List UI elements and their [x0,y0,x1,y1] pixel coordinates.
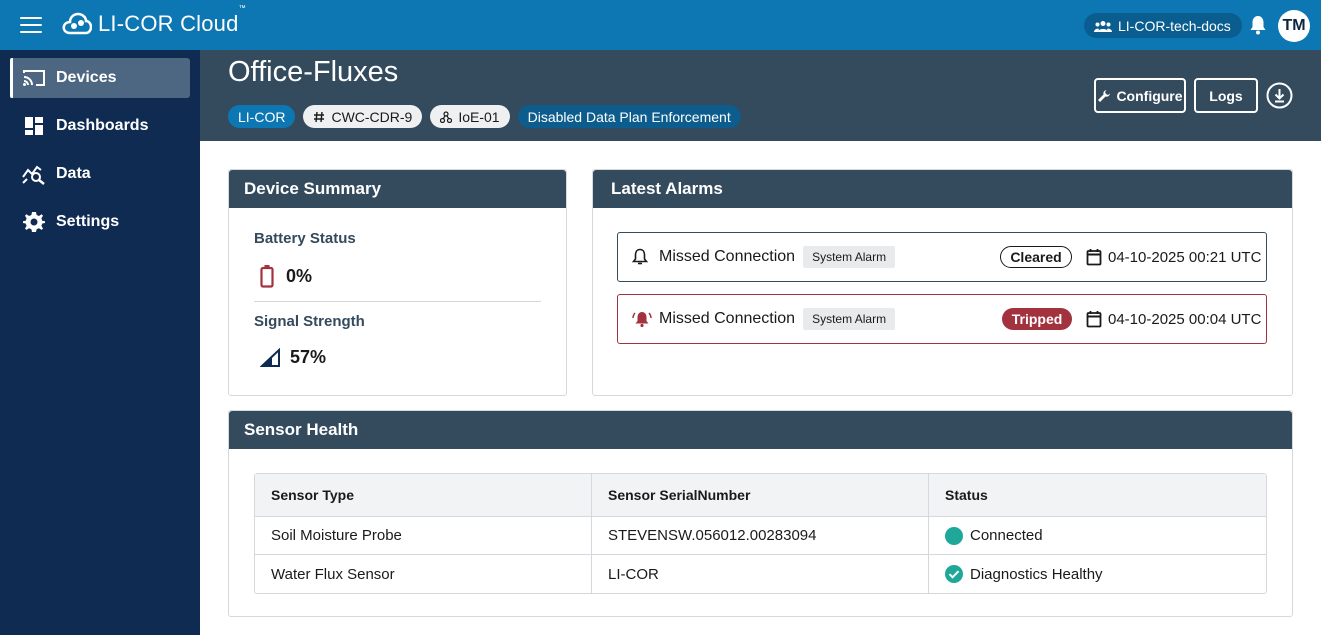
sidebar-item-devices[interactable]: Devices [10,58,190,98]
organization-selector[interactable]: LI-COR-tech-docs [1084,13,1242,38]
battery-empty-icon [260,265,274,288]
signal-strength-icon [260,347,280,367]
table-header-row: Sensor Type Sensor SerialNumber Status [255,474,1266,517]
download-icon[interactable] [1266,82,1293,109]
group-icon [1094,20,1112,32]
sensor-table: Sensor Type Sensor SerialNumber Status S… [254,473,1267,594]
app-name: LI-COR Cloud™ [98,5,246,36]
column-header-serial-number[interactable]: Sensor SerialNumber [592,474,929,516]
alarm-item[interactable]: Missed Connection System Alarm Tripped 0… [617,294,1267,344]
sidebar-item-label: Dashboards [56,117,149,134]
sidebar-item-label: Data [56,165,91,182]
organization-name: LI-COR-tech-docs [1118,17,1231,34]
tag-data-plan: Disabled Data Plan Enforcement [517,105,741,128]
table-row[interactable]: Water Flux Sensor LI-COR Diagnostics Hea… [255,555,1266,593]
table-row[interactable]: Soil Moisture Probe STEVENSW.056012.0028… [255,517,1266,555]
network-icon [440,110,453,123]
alarm-title: Missed Connection [659,310,796,327]
data-analytics-icon [22,162,46,186]
tag-device-id: CWC-CDR-9 [303,105,423,128]
sensor-health-card: Sensor Health Sensor Type Sensor SerialN… [228,410,1293,617]
calendar-icon [1086,311,1102,328]
tag-network: IoE-01 [430,105,510,128]
device-header: Office-Fluxes LI-COR CWC-CDR-9 IoE-01 Di… [200,50,1321,141]
menu-icon[interactable] [20,17,42,33]
connected-status-icon [945,526,963,545]
alarm-date: 04-10-2025 00:04 UTC [1086,310,1261,328]
sensor-serial-cell: STEVENSW.056012.00283094 [592,517,929,554]
battery-status-value: 0% [254,264,312,288]
app-logo[interactable]: LI-COR Cloud™ [62,5,246,37]
signal-strength-value: 57% [254,347,326,368]
bell-outline-icon [632,248,652,266]
sensor-status-cell: Diagnostics Healthy [929,555,1266,593]
bell-ringing-icon [632,310,652,328]
configure-button[interactable]: Configure [1094,78,1186,113]
sidebar-item-dashboards[interactable]: Dashboards [10,106,190,146]
alarm-title: Missed Connection [659,248,796,265]
top-bar: LI-COR Cloud™ LI-COR-tech-docs TM [0,0,1321,50]
cloud-logo-icon [62,12,92,35]
sidebar-item-settings[interactable]: Settings [10,202,190,242]
alarm-status-badge: Tripped [1002,308,1072,330]
latest-alarms-card: Latest Alarms Missed Connection System A… [592,169,1293,396]
alarm-type-badge: System Alarm [803,246,896,268]
device-summary-title: Device Summary [229,170,566,208]
page-title: Office-Fluxes [228,56,399,88]
sensor-serial-cell: LI-COR [592,555,929,593]
sensor-type-cell: Soil Moisture Probe [255,517,592,554]
sidebar-item-label: Settings [56,213,120,230]
user-avatar[interactable]: TM [1278,10,1310,42]
latest-alarms-title: Latest Alarms [593,170,1292,208]
cast-icon [22,66,46,90]
sensor-health-title: Sensor Health [229,411,1292,449]
tag-organization: LI-COR [228,105,296,128]
sidebar-item-label: Devices [56,69,117,86]
device-tags: LI-COR CWC-CDR-9 IoE-01 Disabled Data Pl… [228,105,741,128]
gear-icon [22,210,46,234]
check-circle-icon [945,565,963,583]
logs-button[interactable]: Logs [1194,78,1258,113]
sensor-status-cell: Connected [929,517,1266,554]
sidebar-item-data[interactable]: Data [10,154,190,194]
wrench-icon [1098,89,1111,102]
dashboard-icon [22,114,46,138]
calendar-icon [1086,249,1102,266]
alarm-item[interactable]: Missed Connection System Alarm Cleared 0… [617,232,1267,282]
summary-divider [254,301,541,302]
sidebar: Devices Dashboards Data Settings [0,50,200,635]
battery-status-label: Battery Status [254,230,356,247]
notifications-bell-icon[interactable] [1249,15,1267,40]
signal-strength-label: Signal Strength [254,313,365,330]
sensor-type-cell: Water Flux Sensor [255,555,592,593]
alarm-date: 04-10-2025 00:21 UTC [1086,248,1261,266]
column-header-sensor-type[interactable]: Sensor Type [255,474,592,516]
device-summary-card: Device Summary Battery Status 0% Signal … [228,169,567,396]
alarm-type-badge: System Alarm [803,308,896,330]
hash-icon [313,111,325,123]
column-header-status[interactable]: Status [929,474,1266,516]
alarm-status-badge: Cleared [1000,246,1072,268]
